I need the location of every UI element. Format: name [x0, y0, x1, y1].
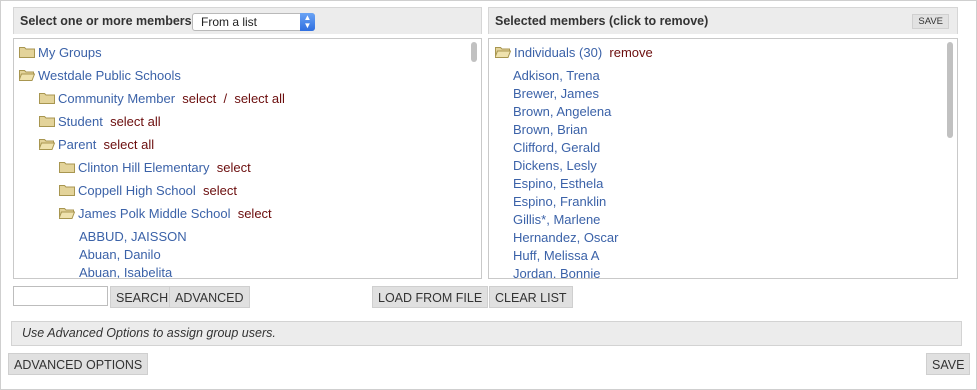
member-selector: Select one or more members From a list ▲… [0, 0, 977, 390]
right-scrollbar[interactable] [946, 42, 954, 276]
select-link[interactable]: select [203, 183, 237, 198]
tree-item-parent[interactable]: Parent select all [39, 135, 154, 155]
advanced-button[interactable]: ADVANCED [169, 286, 250, 308]
tree-item-label[interactable]: Student [58, 114, 103, 129]
left-scrollbar[interactable] [470, 42, 478, 276]
selected-member[interactable]: Adkison, Trena [513, 67, 600, 85]
scrollbar-thumb[interactable] [947, 42, 953, 138]
selected-group-individuals[interactable]: Individuals (30) remove [495, 43, 653, 63]
tree-item-james-polk[interactable]: James Polk Middle School select [59, 204, 272, 224]
tree-item-label[interactable]: Parent [58, 137, 96, 152]
selected-member[interactable]: Clifford, Gerald [513, 139, 600, 157]
tree-item-community-member[interactable]: Community Member select / select all [39, 89, 285, 109]
selected-member[interactable]: Espino, Franklin [513, 193, 606, 211]
clear-list-button[interactable]: CLEAR LIST [489, 286, 573, 308]
select-link[interactable]: select [182, 91, 216, 106]
tree-item-label[interactable]: Community Member [58, 91, 175, 106]
select-link[interactable]: select [217, 160, 251, 175]
folder-icon [59, 184, 75, 196]
selected-save-button[interactable]: SAVE [912, 14, 949, 29]
folder-icon [19, 46, 35, 58]
select-all-link[interactable]: select all [234, 91, 285, 106]
tree-item-student[interactable]: Student select all [39, 112, 161, 132]
tree-item-label[interactable]: Clinton Hill Elementary [78, 160, 210, 175]
tree-item-coppell[interactable]: Coppell High School select [59, 181, 237, 201]
open-folder-icon [495, 46, 511, 58]
search-input[interactable] [13, 286, 108, 306]
scrollbar-thumb[interactable] [471, 42, 477, 62]
selected-member[interactable]: Hernandez, Oscar [513, 229, 619, 247]
folder-icon [59, 161, 75, 173]
tree-item-clinton-hill[interactable]: Clinton Hill Elementary select [59, 158, 251, 178]
right-panel-title: Selected members (click to remove) [495, 14, 709, 28]
open-folder-icon [39, 138, 55, 150]
selected-member[interactable]: Dickens, Lesly [513, 157, 597, 175]
group-tree[interactable]: My Groups Westdale Public Schools Commun… [13, 38, 482, 279]
load-from-file-button[interactable]: LOAD FROM FILE [372, 286, 489, 308]
open-folder-icon [59, 207, 75, 219]
right-panel-header: Selected members (click to remove) SAVE [488, 7, 958, 34]
tree-item-label[interactable]: My Groups [38, 45, 102, 60]
advanced-options-button[interactable]: ADVANCED OPTIONS [8, 353, 149, 375]
selected-member[interactable]: Brown, Brian [513, 121, 587, 139]
selected-member[interactable]: Brown, Angelena [513, 103, 611, 121]
selected-member[interactable]: Huff, Melissa A [513, 247, 599, 265]
save-button[interactable]: SAVE [926, 353, 971, 375]
tree-item-my-groups[interactable]: My Groups [19, 43, 102, 63]
tree-item-label[interactable]: Coppell High School [78, 183, 196, 198]
selected-members-list[interactable]: Individuals (30) remove Adkison, Trena B… [488, 38, 958, 279]
select-all-link[interactable]: select all [110, 114, 161, 129]
source-select[interactable]: From a list ▲ ▼ [192, 13, 315, 31]
person-item[interactable]: Abuan, Danilo [79, 246, 161, 264]
open-folder-icon [19, 69, 35, 81]
selected-member[interactable]: Gillis*, Marlene [513, 211, 600, 229]
folder-icon [39, 92, 55, 104]
selected-member[interactable]: Brewer, James [513, 85, 599, 103]
search-button[interactable]: SEARCH [110, 286, 175, 308]
selected-member[interactable]: Jordan, Bonnie [513, 265, 600, 278]
selected-member[interactable]: Espino, Esthela [513, 175, 603, 193]
person-item[interactable]: Abuan, Isabelita [79, 264, 172, 278]
select-all-link[interactable]: select all [104, 137, 155, 152]
left-panel-header: Select one or more members From a list ▲… [13, 7, 482, 34]
advanced-options-hint: Use Advanced Options to assign group use… [11, 321, 962, 346]
left-panel-title: Select one or more members [20, 14, 192, 28]
tree-item-westdale[interactable]: Westdale Public Schools [19, 66, 181, 86]
person-item[interactable]: ABBUD, JAISSON [79, 228, 187, 246]
tree-item-label[interactable]: Westdale Public Schools [38, 68, 181, 83]
select-arrows-icon: ▲ ▼ [300, 13, 315, 31]
separator: / [223, 91, 228, 106]
group-label[interactable]: Individuals (30) [514, 45, 602, 60]
source-select-value: From a list [201, 15, 258, 29]
remove-link[interactable]: remove [609, 45, 652, 60]
folder-icon [39, 115, 55, 127]
tree-item-label[interactable]: James Polk Middle School [78, 206, 230, 221]
select-link[interactable]: select [238, 206, 272, 221]
